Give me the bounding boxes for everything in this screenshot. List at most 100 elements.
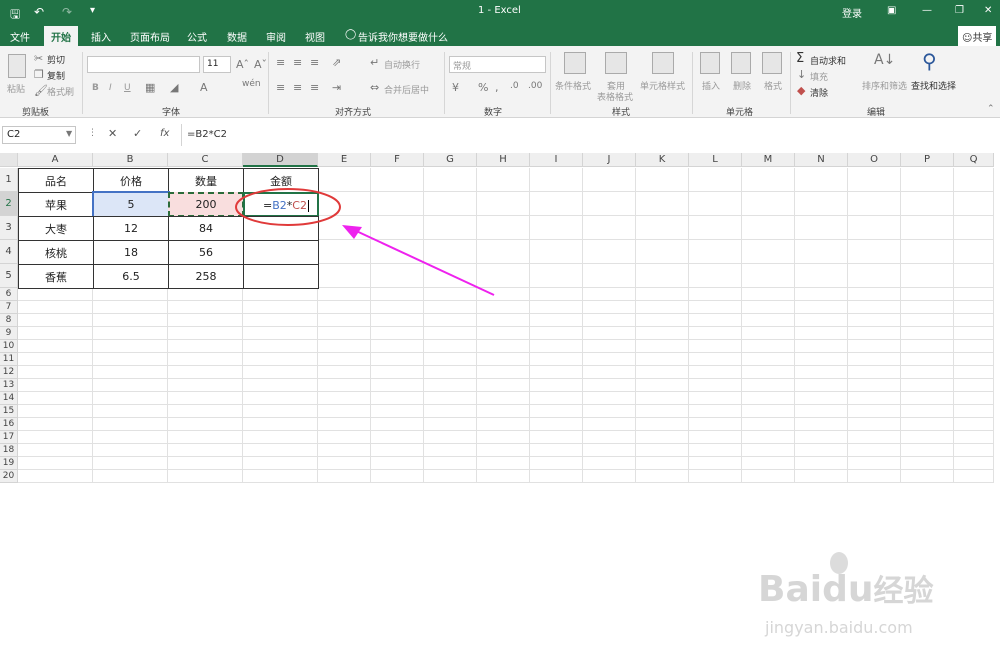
styles-group-label: 样式: [612, 108, 631, 118]
title-bar: 🖫 ↶ ↷ ▾ 1 - Excel 登录 ▣ — ❐ ✕: [0, 0, 1000, 24]
redo-icon[interactable]: ↷: [62, 5, 72, 19]
tab-formulas[interactable]: 公式: [187, 29, 207, 44]
sort-filter-button[interactable]: 排序和筛选: [862, 79, 907, 92]
merge-center-button[interactable]: 合并后居中: [384, 83, 429, 96]
annotation-overlay: [235, 188, 495, 296]
align-right-icon[interactable]: ≡: [310, 81, 319, 94]
tell-me-search[interactable]: 告诉我你想要做什么: [358, 29, 448, 44]
undo-icon[interactable]: ↶: [34, 5, 44, 19]
delete-cells-icon: [731, 52, 751, 74]
conditional-format-icon: [564, 52, 586, 74]
currency-icon[interactable]: ¥: [452, 81, 459, 94]
close-icon[interactable]: ✕: [984, 5, 992, 16]
shrink-font-icon[interactable]: Aˇ: [254, 58, 267, 71]
formula-input[interactable]: =B2*C2: [187, 129, 227, 140]
login-button[interactable]: 登录: [842, 5, 862, 20]
align-bottom-icon[interactable]: ≡: [310, 56, 319, 69]
wrap-text-button[interactable]: 自动换行: [384, 58, 420, 71]
share-label: 共享: [972, 33, 993, 44]
formula-bar: C2 ▼ ⋮ ✕ ✓ fx =B2*C2: [0, 124, 1000, 146]
clear-button[interactable]: 清除: [810, 86, 828, 99]
orientation-icon[interactable]: ⇗: [332, 56, 341, 69]
paw-icon: [830, 552, 848, 574]
fill-color-icon[interactable]: ◢: [170, 81, 178, 94]
font-name-dropdown[interactable]: [87, 56, 200, 73]
cancel-icon[interactable]: ✕: [108, 127, 117, 140]
percent-icon[interactable]: %: [478, 81, 488, 94]
name-box[interactable]: C2: [2, 126, 76, 144]
indent-icon[interactable]: ⇥: [332, 81, 341, 94]
font-size-dropdown[interactable]: 11: [203, 56, 231, 73]
window-title: 1 - Excel: [478, 5, 521, 16]
increase-decimal-icon[interactable]: .0: [510, 81, 519, 91]
cut-button[interactable]: 剪切: [47, 53, 65, 66]
collapse-ribbon-icon[interactable]: ⌃: [987, 104, 995, 114]
tab-data[interactable]: 数据: [227, 29, 247, 44]
divider: [181, 124, 182, 146]
find-icon: ⚲: [922, 49, 937, 73]
watermark-url: jingyan.baidu.com: [765, 618, 913, 637]
grow-font-icon[interactable]: Aˆ: [236, 58, 249, 71]
tab-review[interactable]: 审阅: [266, 29, 286, 44]
underline-button[interactable]: U: [124, 83, 131, 93]
share-button[interactable]: ☺共享: [958, 26, 997, 47]
watermark-cn: 经验: [873, 574, 934, 609]
divider: [790, 52, 791, 114]
align-top-icon[interactable]: ≡: [276, 56, 285, 69]
tab-page-layout[interactable]: 页面布局: [130, 29, 170, 44]
paste-icon[interactable]: [8, 54, 26, 78]
editing-group-label: 编辑: [867, 108, 886, 118]
cell-styles-button[interactable]: 单元格样式: [640, 79, 685, 92]
format-cells-button[interactable]: 格式: [764, 79, 782, 92]
sigma-icon: Σ: [796, 51, 805, 66]
save-icon[interactable]: 🖫: [10, 5, 20, 26]
watermark-brand: Baidu经验: [758, 566, 933, 610]
restore-icon[interactable]: ❐: [955, 5, 964, 16]
comma-icon[interactable]: ,: [495, 81, 499, 94]
number-format-dropdown[interactable]: 常规: [449, 56, 546, 73]
alignment-group-label: 对齐方式: [335, 108, 372, 118]
conditional-format-button[interactable]: 条件格式: [555, 79, 591, 92]
cell-styles-icon: [652, 52, 674, 74]
find-select-button[interactable]: 查找和选择: [911, 79, 956, 92]
watermark-bai: Bai: [758, 569, 823, 610]
divider: [550, 52, 551, 114]
fill-button[interactable]: 填充: [810, 70, 828, 83]
lightbulb-icon: ◯: [345, 29, 357, 40]
insert-cells-button[interactable]: 插入: [702, 79, 720, 92]
minimize-icon[interactable]: —: [922, 5, 932, 16]
tab-file[interactable]: 文件: [10, 29, 30, 44]
align-center-icon[interactable]: ≡: [293, 81, 302, 94]
tab-insert[interactable]: 插入: [91, 29, 111, 44]
autosum-button[interactable]: 自动求和: [810, 54, 846, 67]
align-left-icon[interactable]: ≡: [276, 81, 285, 94]
bold-button[interactable]: B: [92, 83, 99, 93]
insert-function-icon[interactable]: fx: [160, 128, 169, 139]
format-as-table-label-2: 表格格式: [597, 93, 634, 103]
phonetic-icon[interactable]: wén: [242, 79, 261, 89]
format-as-table-icon: [605, 52, 627, 74]
customize-qat-icon[interactable]: ▾: [90, 5, 95, 16]
wrap-text-icon: ↵: [370, 56, 380, 69]
divider: [268, 52, 269, 114]
border-icon[interactable]: ▦: [145, 81, 155, 94]
divider: [692, 52, 693, 114]
copy-button[interactable]: 复制: [47, 69, 65, 82]
ribbon-display-icon[interactable]: ▣: [887, 5, 896, 16]
name-box-dropdown-icon[interactable]: ▼: [66, 129, 72, 138]
tab-home[interactable]: 开始: [44, 26, 78, 46]
divider: [444, 52, 445, 114]
delete-cells-button[interactable]: 删除: [733, 79, 751, 92]
font-color-icon[interactable]: A: [200, 81, 208, 94]
enter-icon[interactable]: ✓: [133, 127, 142, 140]
paste-button[interactable]: 粘贴: [7, 82, 25, 95]
merge-icon: ⇔: [370, 81, 380, 94]
copy-icon: ❐: [34, 68, 44, 81]
tab-view[interactable]: 视图: [305, 29, 325, 44]
format-painter-button[interactable]: 格式刷: [47, 85, 74, 98]
align-middle-icon[interactable]: ≡: [293, 56, 302, 69]
decrease-decimal-icon[interactable]: .00: [528, 81, 542, 91]
italic-button[interactable]: I: [109, 83, 112, 93]
baidu-watermark: Baidu经验 jingyan.baidu.com: [750, 552, 1000, 658]
worksheet-grid[interactable]: ABCDEFGHIJKLMNOPQ 1 2 3 4 5 6 7 8 9 10 11 12 13 14 15 1…: [0, 153, 1000, 637]
